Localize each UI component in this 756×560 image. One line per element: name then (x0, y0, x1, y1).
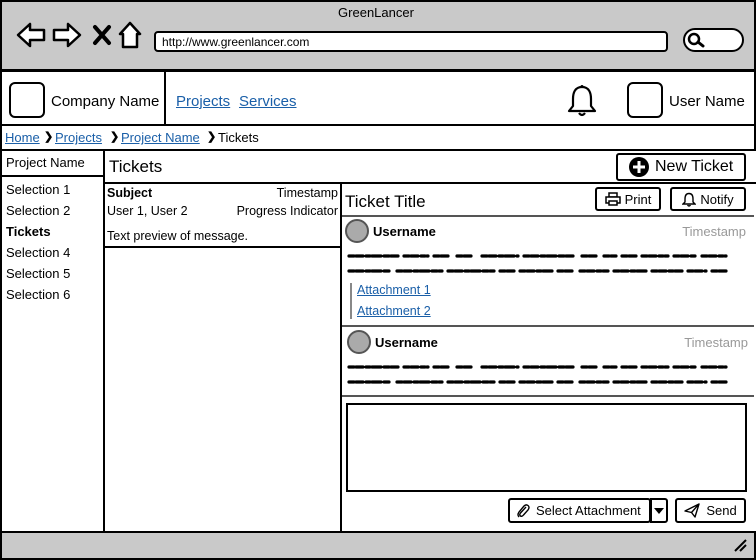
home-icon[interactable] (113, 18, 147, 52)
print-button[interactable]: Print (595, 187, 661, 211)
search-input[interactable] (683, 28, 744, 52)
resize-grip-icon[interactable] (733, 538, 747, 552)
ticket-progress: Progress Indicator (236, 204, 338, 218)
bell-icon (682, 192, 697, 207)
message-timestamp: Timestamp (684, 335, 748, 350)
avatar[interactable] (627, 82, 663, 118)
ticket-users: User 1, User 2 (107, 204, 188, 218)
send-button[interactable]: Send (675, 498, 746, 523)
send-label: Send (706, 503, 737, 518)
sidebar-item-tickets[interactable]: Tickets (6, 224, 51, 239)
chevron-right-icon: ❯ (110, 131, 120, 143)
sidebar-item-selection-5[interactable]: Selection 5 (6, 266, 70, 281)
message-timestamp: Timestamp (682, 224, 746, 239)
sidebar-item-selection-6[interactable]: Selection 6 (6, 287, 70, 302)
breadcrumb-project-name-link[interactable]: Project Name (121, 130, 200, 145)
status-bar (0, 531, 756, 560)
sidebar-item-selection-2[interactable]: Selection 2 (6, 203, 70, 218)
chevron-right-icon: ❯ (44, 131, 54, 143)
header-divider (164, 72, 166, 126)
message-username: Username (373, 224, 436, 239)
sidebar-item-selection-1[interactable]: Selection 1 (6, 182, 70, 197)
nav-services-link[interactable]: Services (239, 93, 297, 110)
notify-button[interactable]: Notify (670, 187, 746, 211)
page-title: Tickets (109, 157, 163, 176)
bell-icon[interactable] (566, 84, 598, 123)
ticket-timestamp: Timestamp (276, 186, 338, 200)
attachment-bar (350, 283, 352, 319)
plus-circle-icon (629, 157, 649, 177)
caret-down-icon[interactable] (650, 498, 668, 523)
printer-icon (604, 192, 621, 206)
nav-projects-link[interactable]: Projects (176, 93, 230, 110)
divider (342, 215, 754, 217)
divider (342, 325, 754, 327)
breadcrumb-projects-link[interactable]: Projects (55, 130, 102, 145)
print-label: Print (624, 191, 652, 207)
chevron-right-icon: ❯ (207, 131, 217, 143)
reply-textarea[interactable] (346, 403, 747, 492)
attachment-link[interactable]: Attachment 2 (357, 304, 431, 318)
list-item[interactable]: Subject Timestamp User 1, User 2 Progres… (105, 184, 340, 246)
notify-label: Notify (700, 191, 734, 207)
paper-plane-icon (684, 503, 701, 518)
column-divider (340, 183, 342, 532)
breadcrumb-current: Tickets (218, 130, 259, 145)
new-ticket-button[interactable]: New Ticket (616, 153, 746, 181)
avatar (345, 219, 369, 243)
list-divider (105, 246, 341, 248)
search-icon (687, 32, 705, 48)
sidebar-item-selection-4[interactable]: Selection 4 (6, 245, 70, 260)
user-name[interactable]: User Name (669, 93, 745, 110)
ticket-preview: Text preview of message. (107, 229, 249, 243)
company-logo (9, 82, 45, 118)
divider (342, 395, 754, 397)
url-bar[interactable]: http://www.greenlancer.com (154, 31, 668, 52)
message-username: Username (375, 335, 438, 350)
attachment-link[interactable]: Attachment 1 (357, 283, 431, 297)
ticket-subject: Subject (107, 186, 153, 200)
message-body-scribble (347, 254, 728, 273)
paperclip-icon (517, 503, 530, 517)
sidebar-title: Project Name (6, 155, 85, 170)
avatar (347, 330, 371, 354)
select-attachment-label: Select Attachment (536, 503, 641, 518)
company-name: Company Name (51, 93, 160, 110)
breadcrumb-home-link[interactable]: Home (5, 130, 40, 145)
new-ticket-label: New Ticket (655, 158, 734, 175)
sidebar-divider (2, 175, 104, 177)
forward-arrow-icon[interactable] (50, 18, 84, 52)
message-body-scribble (347, 365, 728, 384)
ticket-title: Ticket Title (345, 192, 426, 211)
back-arrow-icon[interactable] (14, 18, 48, 52)
select-attachment-button[interactable]: Select Attachment (508, 498, 651, 523)
